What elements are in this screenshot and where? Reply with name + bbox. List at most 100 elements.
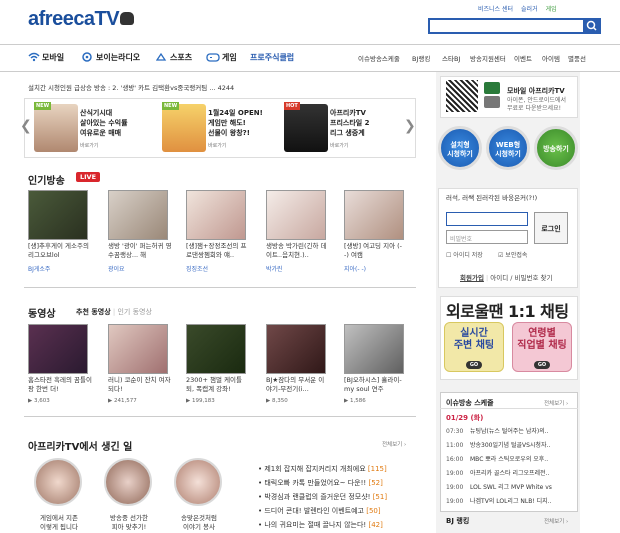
- vod-caption[interactable]: [BJ오하시스] 흘라이-my soul 연주: [344, 376, 408, 394]
- live-bj-name[interactable]: 박가린: [266, 264, 283, 273]
- vod-thumb[interactable]: [266, 324, 326, 374]
- mobile-wifi-icon: [28, 52, 40, 62]
- live-bj-name[interactable]: 지아(- -): [344, 264, 366, 273]
- save-id-checkbox[interactable]: ☐ 아이디 저장: [446, 250, 483, 259]
- search-input[interactable]: [428, 18, 598, 34]
- nav-stock-club[interactable]: 프로주식클럽: [250, 52, 294, 63]
- live-bj-name[interactable]: 광이요: [108, 264, 125, 273]
- hot-notice[interactable]: 설치간 시청인원 급상승 방송 : 2. '생방' 카트 김택환vs중국랭커팀 …: [28, 82, 234, 92]
- tab-recommended[interactable]: 추천 동영상: [76, 308, 111, 316]
- banner-link[interactable]: 바로가기: [330, 142, 348, 149]
- search-button[interactable]: [583, 18, 601, 34]
- schedule-row[interactable]: 19:00 LOL SWL 리그 MVP White vs: [446, 482, 552, 491]
- banner-link[interactable]: 바로가기: [80, 142, 98, 149]
- live-thumb[interactable]: [28, 190, 88, 240]
- nav-bj-rank[interactable]: BJ랭킹: [412, 53, 430, 63]
- live-thumb[interactable]: [108, 190, 168, 240]
- live-bj-name[interactable]: BJ게소주: [28, 264, 50, 273]
- afreecatv-home: afreecaTV 비즈니스 센터 슬러거 게임 모바일 보이는라디오 스포츠 …: [0, 0, 620, 533]
- top-link-business[interactable]: 비즈니스 센터: [478, 4, 513, 13]
- circle-caption[interactable]: 게임에서 지존 이렇게 됩니다: [30, 514, 88, 532]
- new-badge: NEW: [34, 102, 52, 110]
- tab-popular[interactable]: 인기 동영상: [117, 308, 151, 316]
- community-list-item[interactable]: • 박경심과 랜클럽의 즐거운던 정모샷! [51]: [258, 492, 387, 502]
- vod-caption[interactable]: BJ★잠다의 무서운 이야기-무전기(i...: [266, 376, 330, 394]
- live-caption[interactable]: [생]잼+장정조선의 프로댄쌍쳄회와 얘..: [186, 242, 250, 260]
- join-link[interactable]: 회원가입: [460, 274, 484, 282]
- live-caption[interactable]: [생방] 여고딩 지아 (- -) 여캠: [344, 242, 408, 260]
- community-list-item[interactable]: • 태릭오빠 카톡 만들었어요~ 다운!! [52]: [258, 478, 383, 488]
- vod-section-title: 동영상: [28, 309, 56, 320]
- nav-sports[interactable]: 스포츠: [170, 52, 192, 63]
- carousel-next-icon[interactable]: ❯: [404, 118, 416, 134]
- top-link-slugger[interactable]: 슬러거: [521, 4, 538, 13]
- community-circle[interactable]: [34, 458, 82, 506]
- nav-issue-schedule[interactable]: 이슈방송스케줄: [358, 53, 400, 63]
- realtime-chat-label: 실시간 주변 채팅: [453, 328, 495, 351]
- circle-caption[interactable]: 송맞은것처럼 이야기 봉사: [170, 514, 228, 532]
- id-input[interactable]: [446, 212, 528, 226]
- nav-support-center[interactable]: 방송지원센터: [470, 53, 506, 63]
- bj-rank-more-link[interactable]: 전체보기 ›: [544, 517, 568, 525]
- live-thumb[interactable]: [186, 190, 246, 240]
- community-title: 아프리카TV에서 생긴 일: [28, 442, 133, 453]
- banner-card[interactable]: NEW 1월24일 OPEN! 게임만 해도! 선물이 왕창?! 바로가기: [162, 100, 263, 156]
- nav-mobile[interactable]: 모바일: [42, 52, 64, 63]
- vod-caption[interactable]: 홈스타전 흑레의 꿈틀이 팡 한번 더!: [28, 376, 92, 394]
- vod-views: ▶ 199,183: [186, 398, 215, 404]
- login-button[interactable]: 로그인: [534, 212, 568, 244]
- nav-game[interactable]: 게임: [222, 52, 237, 63]
- live-thumb[interactable]: [344, 190, 404, 240]
- secure-login-checkbox[interactable]: ☑ 보안접속: [498, 250, 527, 259]
- banner-card[interactable]: HOT 아프리카TV 프리스타일 2 리그 생중계 바로가기: [284, 100, 376, 156]
- nav-radio[interactable]: 보이는라디오: [96, 52, 140, 63]
- live-bj-name[interactable]: 징징조선: [186, 264, 208, 273]
- find-account-link[interactable]: 아이디 / 비밀번호 찾기: [490, 274, 552, 282]
- vod-caption[interactable]: 러니) 코순이 잔치 여자되다!: [108, 376, 172, 394]
- schedule-more-link[interactable]: 전체보기 ›: [544, 399, 568, 407]
- schedule-row[interactable]: 11:00 방송300일기념 털골VS시청자..: [446, 440, 550, 449]
- schedule-row[interactable]: 19:00 나겜TV의 LOL리그 NLB! 디지..: [446, 496, 552, 505]
- carousel-prev-icon[interactable]: ❮: [20, 118, 32, 134]
- section-divider: [24, 287, 416, 288]
- go-button[interactable]: GO: [466, 361, 482, 369]
- live-caption[interactable]: 생방송 박가린(긴하 데이트..음치현.)..: [266, 242, 330, 260]
- live-caption[interactable]: 생방 '광이' 퍼는허귀 영수꿈랭상... 해: [108, 242, 172, 260]
- live-caption[interactable]: [생]추후게이 게소주의 리그오브lol: [28, 242, 92, 260]
- vod-thumb[interactable]: [108, 324, 168, 374]
- vod-thumb[interactable]: [186, 324, 246, 374]
- community-circle[interactable]: [174, 458, 222, 506]
- android-icon: [484, 82, 500, 94]
- nav-item[interactable]: 아이템: [542, 53, 560, 63]
- community-list-item[interactable]: • 드디어 콘대! 발렌타인 이벤트예고 [50]: [258, 506, 381, 516]
- web-watch-button[interactable]: WEB형 시청하기: [486, 126, 530, 170]
- broadcast-button[interactable]: 방송하기: [534, 126, 578, 170]
- vod-caption[interactable]: 2300+ 챔멀 케이틀 퇴, 폭캡계 강좌!: [186, 376, 250, 394]
- community-circle[interactable]: [104, 458, 152, 506]
- banner-card[interactable]: NEW 산식기시대 살아있는 수익률 여유로운 매매 바로가기: [34, 100, 128, 156]
- schedule-row[interactable]: 07:30 뉴팅남(뉴스 털어주는 남자)의..: [446, 426, 549, 435]
- schedule-row[interactable]: 16:00 MBC 뽀라 스틱오로우의 오후..: [446, 454, 548, 463]
- install-watch-button[interactable]: 설치형 시청하기: [438, 126, 482, 170]
- mascot-icon: [120, 12, 134, 25]
- bj-rank-title: BJ 랭킹: [446, 517, 470, 525]
- site-logo[interactable]: afreecaTV: [28, 8, 120, 31]
- nav-star-bj[interactable]: 스타BJ: [442, 53, 460, 63]
- login-question: 러석, 러쌕 된러각된 바웅은커(?!): [446, 194, 538, 202]
- circle-caption[interactable]: 방송중 선가한 피아 맞추기!: [100, 514, 158, 532]
- live-thumb[interactable]: [266, 190, 326, 240]
- password-input[interactable]: 비밀번호: [446, 230, 528, 244]
- top-link-game[interactable]: 게임: [546, 4, 557, 13]
- nav-star-balloon[interactable]: 별풍선: [568, 53, 586, 63]
- community-list-item[interactable]: • 제1회 잡지해 잡지커리지 개최에요 [115]: [258, 464, 387, 474]
- vod-views: ▶ 8,350: [266, 398, 288, 404]
- vod-thumb[interactable]: [28, 324, 88, 374]
- go-button[interactable]: GO: [534, 361, 550, 369]
- banner-link[interactable]: 바로가기: [208, 142, 226, 149]
- nav-event[interactable]: 이벤트: [514, 53, 532, 63]
- community-more-link[interactable]: 전체보기 ›: [382, 440, 406, 448]
- new-badge: NEW: [162, 102, 180, 110]
- vod-thumb[interactable]: [344, 324, 404, 374]
- schedule-row[interactable]: 19:00 아프리카 골스타 리그오프레전..: [446, 468, 549, 477]
- community-list-item[interactable]: • 나의 귀요미는 절때 끌나지 않는다! [42]: [258, 520, 383, 530]
